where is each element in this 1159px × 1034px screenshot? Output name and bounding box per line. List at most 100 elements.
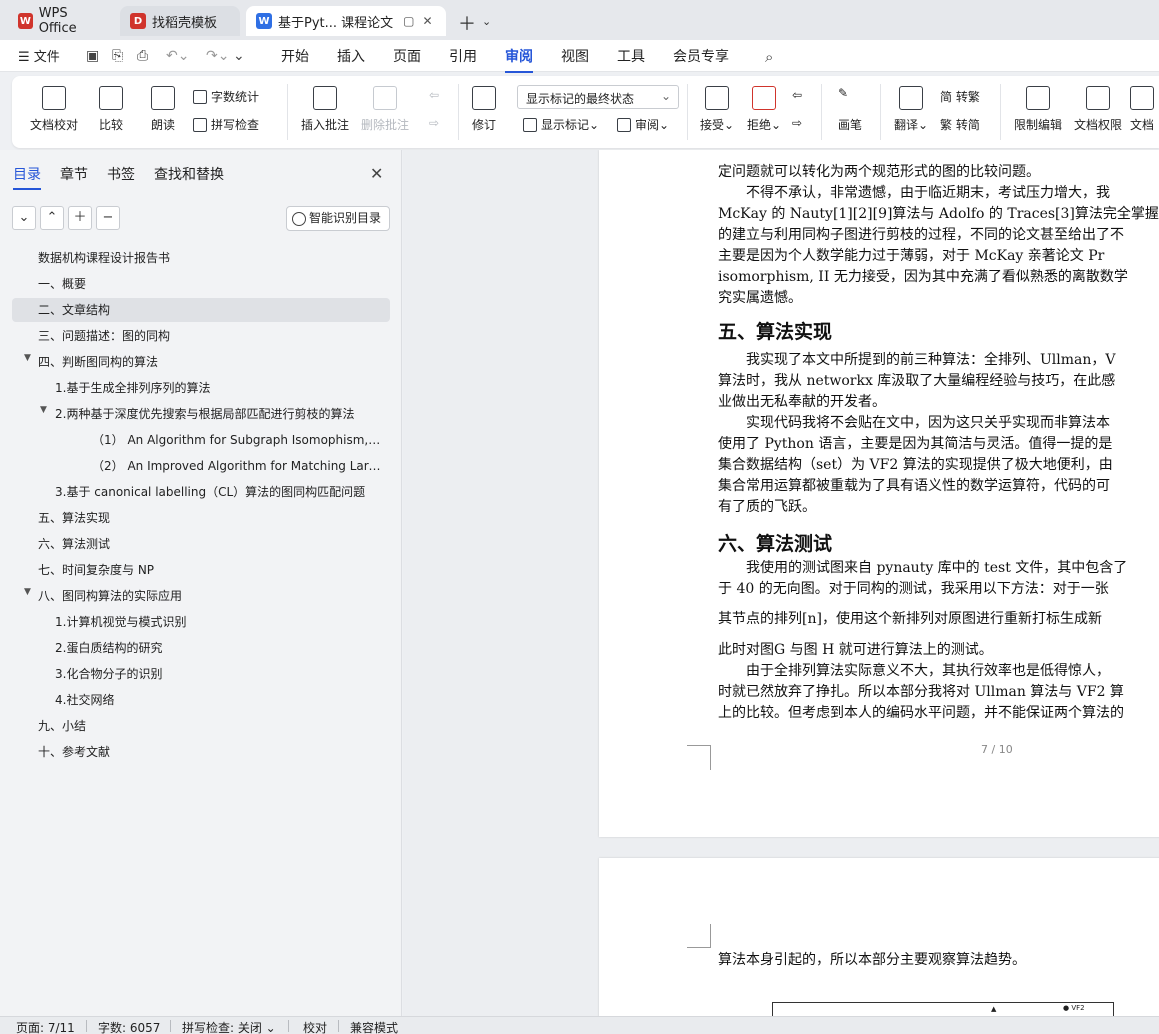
status-compat-mode: 兼容模式 <box>350 1021 399 1034</box>
show-markup-button[interactable]: 显示标记 ⌄ <box>523 116 599 133</box>
navigation-pane: 目录 章节 书签 查找和替换 ✕ ⌄ ⌃ ＋ − 智能识别目录 数据机构课程设计… <box>0 150 402 1016</box>
review-pane-label: 审阅 <box>635 118 660 132</box>
track-changes-label: 修订 <box>472 118 497 132</box>
tab-label: 找稻壳模板 <box>152 15 218 31</box>
accept-button[interactable]: 接受⌄ <box>700 86 734 133</box>
status-page[interactable]: 页面: 7/11 <box>16 1019 75 1034</box>
divider <box>880 84 881 140</box>
toc-item[interactable]: 九、小结 <box>38 714 378 738</box>
spell-check-button[interactable]: 拼写检查 <box>193 116 259 133</box>
menu-insert[interactable]: 插入 <box>337 46 365 66</box>
toc-item[interactable]: 4.社交网络 <box>55 688 375 712</box>
export-pdf-icon[interactable]: ⎘ <box>112 48 123 64</box>
tab-find-replace[interactable]: 查找和替换 <box>154 164 224 190</box>
reject-button[interactable]: 拒绝⌄ <box>747 86 781 133</box>
toc-item[interactable]: （2） An Improved Algorithm for Matching L… <box>92 454 382 478</box>
paragraph-line: 我实现了本文中所提到的前三种算法：全排列、Ullman，V <box>718 352 1116 368</box>
menu-member[interactable]: 会员专享 <box>673 46 729 66</box>
tab-list-chevron-icon[interactable]: ⌄ <box>482 15 491 28</box>
prev-change-icon[interactable]: ⇦ <box>792 88 802 102</box>
restrict-edit-button[interactable]: 限制编辑 <box>1014 86 1062 133</box>
toc-item[interactable]: 一、概要 <box>38 272 378 296</box>
compare-button[interactable]: 比较 <box>99 86 123 133</box>
collapse-caret-icon[interactable]: ▼ <box>24 587 31 597</box>
save-icon[interactable]: ▣ <box>86 48 99 64</box>
toc-item[interactable]: 3.基于 canonical labelling（CL）算法的图同构匹配问题 <box>55 480 385 504</box>
to-traditional-button[interactable]: 简 转繁 <box>940 88 980 105</box>
toc-item[interactable]: （1） An Algorithm for Subgraph Isomophism… <box>92 428 382 452</box>
tab-sections[interactable]: 章节 <box>60 164 88 190</box>
markup-state-select[interactable]: 显示标记的最终状态 ⌄ <box>517 85 679 109</box>
markup-state-value: 显示标记的最终状态 <box>526 92 635 106</box>
new-tab-button[interactable]: ＋ <box>458 10 476 36</box>
toc-item[interactable]: 3.化合物分子的识别 <box>55 662 375 686</box>
toc-item[interactable]: 1.基于生成全排列序列的算法 <box>55 376 375 400</box>
divider <box>687 84 688 140</box>
toc-item[interactable]: 六、算法测试 <box>38 532 378 556</box>
redo-icon[interactable]: ↷⌄ <box>206 48 229 64</box>
menu-page[interactable]: 页面 <box>393 46 421 66</box>
toc-item-selected[interactable]: 二、文章结构 <box>12 298 390 322</box>
toc-item[interactable]: 十、参考文献 <box>38 740 378 764</box>
track-changes-button[interactable]: 修订 <box>472 86 496 133</box>
menu-file[interactable]: ☰ 文件 <box>18 46 60 65</box>
menu-start[interactable]: 开始 <box>281 46 309 66</box>
close-pane-icon[interactable]: ✕ <box>370 164 383 183</box>
toc-item[interactable]: 2.两种基于深度优先搜索与根据局部匹配进行剪枝的算法 <box>55 402 375 426</box>
review-pane-button[interactable]: 审阅 ⌄ <box>617 116 669 133</box>
insert-comment-button[interactable]: 插入批注 <box>301 86 349 133</box>
print-preview-icon[interactable]: ⎙ <box>137 48 148 64</box>
status-spell-check[interactable]: 拼写检查: 关闭 ⌄ <box>182 1019 276 1034</box>
toc-item[interactable]: 八、图同构算法的实际应用 <box>38 584 378 608</box>
undo-icon[interactable]: ↶⌄ <box>166 48 189 64</box>
toc-item[interactable]: 1.计算机视觉与模式识别 <box>55 610 375 634</box>
menu-reference[interactable]: 引用 <box>449 46 477 66</box>
word-count-button[interactable]: 字数统计 <box>193 88 259 105</box>
paragraph-line: 集合数据结构（set）为 VF2 算法的实现提供了极大地便利，由 <box>718 457 1113 473</box>
toc-item[interactable]: 四、判断图同构的算法 <box>38 350 378 374</box>
paragraph-line: 不得不承认，非常遗憾，由于临近期末，考试压力增大，我 <box>718 185 1110 201</box>
next-comment-icon[interactable]: ⇨ <box>429 116 439 130</box>
add-heading-button[interactable]: ＋ <box>68 206 92 230</box>
menu-review[interactable]: 审阅 <box>505 46 533 73</box>
expand-all-button[interactable]: ⌄ <box>12 206 36 230</box>
doc-permission-button[interactable]: 文档权限 <box>1074 86 1122 133</box>
translate-button[interactable]: 翻译⌄ <box>894 86 928 133</box>
more-chevron-icon[interactable]: ⌄ <box>233 48 245 64</box>
word-doc-icon: W <box>256 13 272 29</box>
delete-comment-label: 删除批注 <box>361 118 410 132</box>
read-aloud-button[interactable]: 朗读 <box>151 86 175 133</box>
doc-more-button[interactable]: 文档 <box>1130 86 1154 133</box>
toc-item[interactable]: 数据机构课程设计报告书 <box>38 246 378 270</box>
doc-check-button[interactable]: 文档校对 <box>30 86 78 133</box>
delete-comment-button[interactable]: 删除批注 <box>361 86 409 133</box>
menu-tools[interactable]: 工具 <box>617 46 645 66</box>
tab-label: 基于Pyt... 课程论文 <box>278 15 394 31</box>
smart-toc-button[interactable]: 智能识别目录 <box>286 206 390 231</box>
toc-item[interactable]: 2.蛋白质结构的研究 <box>55 636 375 660</box>
remove-heading-button[interactable]: − <box>96 206 120 230</box>
search-icon[interactable]: ⌕ <box>765 48 773 66</box>
collapse-caret-icon[interactable]: ▼ <box>24 353 31 363</box>
status-word-count[interactable]: 字数: 6057 <box>98 1019 160 1034</box>
tab-docer-templates[interactable]: D 找稻壳模板 <box>120 6 240 36</box>
accept-icon <box>705 86 730 110</box>
collapse-caret-icon[interactable]: ▼ <box>40 405 47 415</box>
pen-button[interactable]: ✎ 画笔 <box>838 86 862 133</box>
tab-document[interactable]: W 基于Pyt... 课程论文 ▢ ✕ <box>246 6 446 36</box>
tab-toc[interactable]: 目录 <box>13 164 41 190</box>
status-proofread[interactable]: 校对 <box>303 1019 327 1034</box>
restore-window-icon[interactable]: ▢ <box>403 14 414 28</box>
to-simplified-button[interactable]: 繁 转简 <box>940 116 980 133</box>
next-change-icon[interactable]: ⇨ <box>792 116 802 130</box>
toc-item[interactable]: 三、问题描述：图的同构 <box>38 324 378 348</box>
tab-wps-office[interactable]: W WPS Office <box>8 6 114 36</box>
close-tab-icon[interactable]: ✕ <box>423 14 433 28</box>
collapse-all-button[interactable]: ⌃ <box>40 206 64 230</box>
doc-more-label: 文档 <box>1130 118 1155 132</box>
toc-item[interactable]: 五、算法实现 <box>38 506 378 530</box>
menu-view[interactable]: 视图 <box>561 46 589 66</box>
prev-comment-icon[interactable]: ⇦ <box>429 88 439 102</box>
tab-bookmarks[interactable]: 书签 <box>107 164 135 190</box>
toc-item[interactable]: 七、时间复杂度与 NP <box>38 558 378 582</box>
